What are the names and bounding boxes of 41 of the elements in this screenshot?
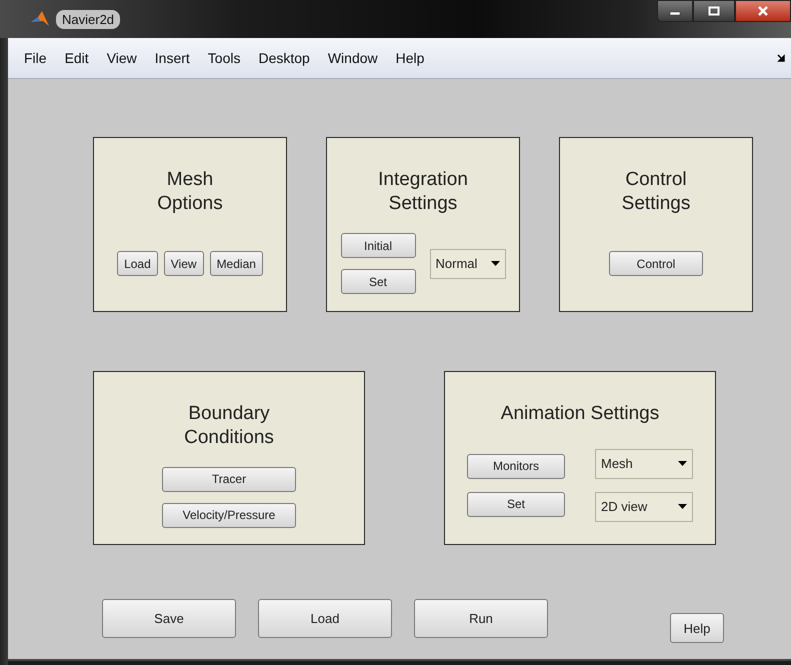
panel-button[interactable]: Monitors (467, 454, 565, 478)
dropdown-arrow-icon (678, 461, 687, 466)
menu-item[interactable]: Edit (56, 50, 98, 66)
panel-button[interactable]: Median (210, 251, 263, 276)
menu-item[interactable]: Desktop (249, 50, 319, 66)
help-button[interactable]: Help (670, 613, 724, 643)
minimize-button[interactable] (657, 0, 693, 22)
close-button[interactable] (735, 0, 791, 22)
panel-title: Integration Settings (378, 168, 468, 216)
menu-item[interactable]: View (98, 50, 146, 66)
action-button[interactable]: Load (258, 598, 392, 638)
maximize-button[interactable] (693, 0, 735, 22)
panel-button[interactable]: Tracer (162, 466, 296, 492)
panel-title: Control Settings (622, 168, 690, 216)
action-button[interactable]: Run (414, 598, 548, 638)
dropdown-arrow-icon (490, 261, 500, 266)
action-button[interactable]: Save (102, 598, 236, 638)
dropdown[interactable]: 2D view (595, 492, 693, 522)
panel-button[interactable]: Set (467, 492, 565, 516)
menu-item[interactable]: Insert (146, 50, 199, 66)
panel-title: Boundary Conditions (184, 402, 274, 450)
dock-arrow-icon[interactable] (777, 54, 785, 62)
dropdown-arrow-icon (678, 504, 687, 509)
menu-item[interactable]: Tools (198, 50, 250, 66)
panel-title: Animation Settings (500, 402, 660, 426)
dropdown[interactable]: Mesh (595, 448, 693, 478)
close-icon (757, 6, 769, 16)
panel-button[interactable]: Velocity/Pressure (162, 502, 296, 528)
panel-title: Mesh Options (157, 168, 223, 216)
panel-button[interactable]: View (164, 251, 204, 276)
panel-button[interactable]: Initial (340, 233, 416, 258)
menu-item[interactable]: File (18, 50, 56, 66)
app-logo-icon (30, 9, 50, 29)
menu-item[interactable]: Help (386, 50, 434, 66)
menu-item[interactable]: Window (318, 50, 387, 66)
dropdown[interactable]: Normal (430, 248, 506, 278)
panel-button[interactable]: Set (340, 269, 416, 294)
panel-button[interactable]: Load (117, 251, 158, 276)
maximize-icon (708, 6, 720, 16)
panel-button[interactable]: Control (609, 251, 703, 276)
window-title: Navier2d (56, 10, 120, 28)
